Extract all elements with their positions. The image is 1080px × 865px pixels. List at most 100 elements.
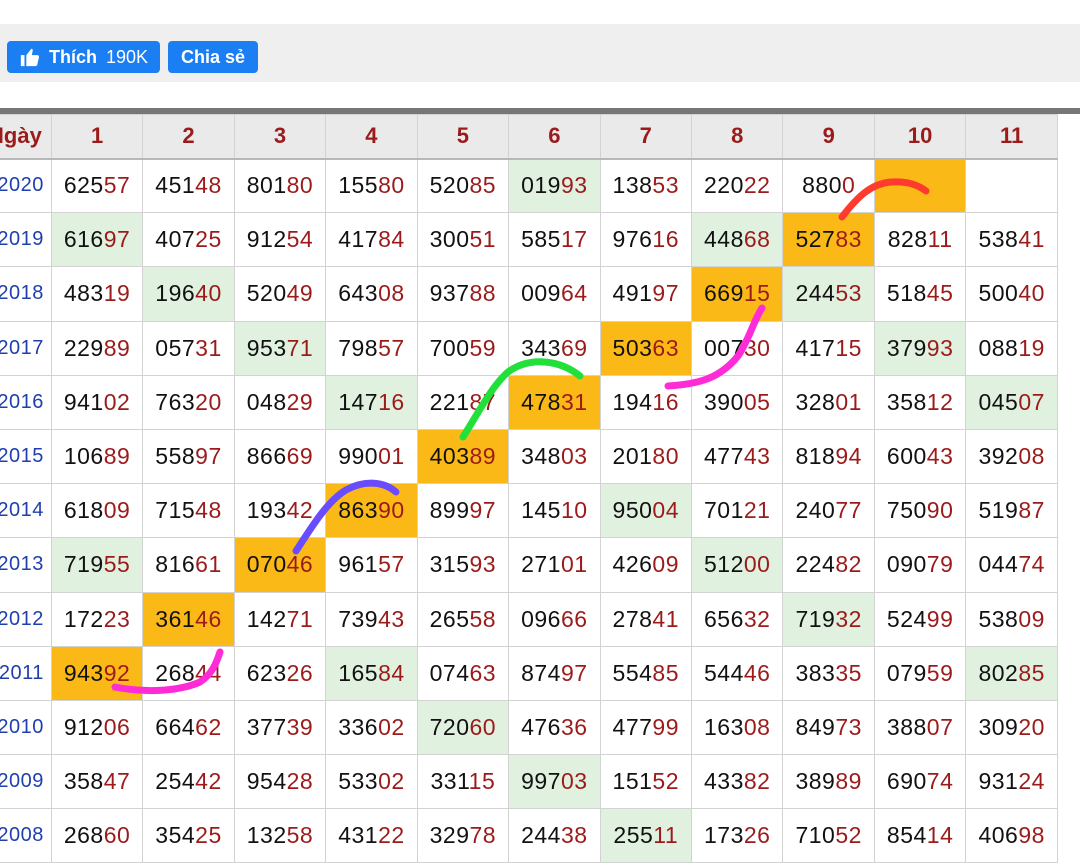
result-digits-tail: 38: [560, 822, 588, 849]
result-cell: 25511: [599, 808, 693, 864]
result-digits-tail: 07: [926, 713, 954, 740]
lottery-results-table: Ngày1234567891011 2020625574514880180155…: [0, 114, 1058, 864]
like-button[interactable]: Thích 190K: [7, 41, 160, 73]
result-digits-lead: 388: [886, 713, 927, 740]
result-cell: 16308: [691, 699, 784, 756]
result-digits-tail: 93: [926, 334, 954, 361]
result-cell: 14510: [508, 483, 601, 539]
share-button[interactable]: Chia sẻ: [168, 41, 258, 73]
result-digits-lead: 618: [63, 497, 104, 524]
result-digits-tail: 55: [103, 551, 131, 578]
result-cell: 52783: [782, 212, 875, 268]
result-cell: 24077: [782, 483, 875, 539]
result-digits-tail: 21: [743, 497, 771, 524]
result-digits-tail: 01: [560, 551, 588, 578]
result-cell: 04474: [965, 537, 1058, 593]
result-digits-lead: 383: [795, 659, 836, 686]
result-digits-lead: 196: [155, 280, 196, 307]
result-digits-tail: 57: [103, 172, 131, 199]
result-digits-lead: 079: [886, 659, 927, 686]
result-digits-lead: 173: [704, 822, 744, 849]
result-digits-lead: 407: [155, 226, 196, 253]
result-digits-tail: 85: [469, 172, 497, 199]
result-digits-tail: 53: [835, 280, 862, 307]
result-digits-lead: 476: [521, 713, 561, 740]
result-digits-tail: 46: [195, 605, 222, 632]
result-digits-lead: 145: [521, 497, 561, 524]
table-row: 2013 71955 81661 07046 96157 31593 27101 42609 5…: [0, 537, 1058, 593]
header-col-1: 1: [50, 114, 144, 160]
result-digits-lead: 090: [886, 551, 927, 578]
result-digits-tail: 26: [743, 822, 771, 849]
result-digits-tail: 89: [835, 768, 862, 795]
result-cell: 99703: [508, 754, 601, 810]
result-digits-tail: 97: [469, 497, 497, 524]
result-digits-lead: 739: [338, 605, 379, 632]
table-row: 2010 91206 66462 37739 33602 72060 47636 47799 1…: [0, 699, 1058, 756]
result-cell: 8800: [782, 157, 875, 214]
result-cell: 49197: [599, 266, 693, 322]
header-col-4: 4: [325, 114, 418, 160]
result-digits-tail: 51: [469, 226, 497, 253]
result-digits-tail: 97: [560, 659, 588, 686]
result-digits-tail: 32: [743, 605, 771, 632]
result-cell: 47743: [691, 428, 784, 485]
result-digits-lead: 538: [978, 226, 1019, 253]
result-digits-lead: 600: [886, 443, 927, 470]
result-digits-lead: 503: [612, 334, 653, 361]
result-digits-lead: 669: [704, 280, 744, 307]
result-digits-tail: 97: [103, 226, 131, 253]
result-cell: 84973: [782, 699, 875, 756]
result-cell: 34803: [508, 428, 601, 485]
result-cell: 80180: [233, 157, 327, 214]
result-digits-lead: 818: [795, 443, 836, 470]
result-digits-tail: 31: [560, 388, 588, 415]
table-row: 2020 62557 45148 80180 15580 52085 01993 13853 2…: [0, 157, 1058, 214]
result-cell: 52049: [233, 266, 327, 322]
result-digits-tail: 28: [286, 768, 314, 795]
result-cell: 38335: [782, 645, 875, 701]
result-digits-lead: 719: [795, 605, 836, 632]
result-digits-lead: 255: [613, 822, 654, 849]
result-digits-tail: 57: [378, 334, 405, 361]
result-digits-lead: 433: [704, 768, 744, 795]
result-cell: 27101: [508, 537, 601, 593]
result-cell: 15580: [325, 157, 418, 214]
result-digits-lead: 048: [246, 388, 287, 415]
result-digits-tail: 02: [378, 713, 405, 740]
result-cell: 31593: [416, 537, 510, 593]
result-cell: 93788: [416, 266, 510, 322]
result-cell: 94102: [50, 374, 144, 430]
result-digits-tail: 20: [195, 388, 222, 415]
result-cell: 81661: [142, 537, 235, 593]
result-digits-lead: 623: [246, 659, 287, 686]
result-digits-tail: 99: [652, 713, 680, 740]
result-digits-lead: 491: [612, 280, 653, 307]
table-row: 2015 10689 55897 86669 99001 40389 34803 20180 4…: [0, 428, 1058, 485]
result-cell: 86390: [325, 483, 418, 539]
result-digits-lead: 715: [155, 497, 196, 524]
table-row: 2012 17223 36146 14271 73943 26558 09666 27841 6…: [0, 591, 1058, 647]
result-cell: 35812: [873, 374, 967, 430]
result-digits-lead: 990: [338, 443, 379, 470]
result-digits-lead: 417: [338, 226, 379, 253]
result-digits-lead: 254: [155, 768, 196, 795]
result-digits-lead: 976: [612, 226, 653, 253]
result-cell: 55485: [599, 645, 693, 701]
table-header-row: Ngày1234567891011: [0, 114, 1058, 160]
result-cell: 51200: [691, 537, 784, 593]
result-digits-tail: 44: [195, 659, 222, 686]
result-digits-lead: 520: [246, 280, 287, 307]
year-label: 2016: [0, 374, 52, 430]
result-digits-lead: 866: [246, 443, 287, 470]
result-digits-tail: 79: [926, 551, 954, 578]
result-cell: 38807: [873, 699, 967, 756]
result-digits-lead: 719: [63, 551, 104, 578]
year-label: 2019: [0, 212, 52, 268]
result-digits-tail: 08: [378, 280, 405, 307]
result-digits-tail: 31: [195, 334, 222, 361]
result-digits-tail: 30: [743, 334, 771, 361]
result-cell: 87497: [508, 645, 601, 701]
result-cell: 05731: [142, 320, 235, 376]
result-digits-lead: 558: [155, 443, 196, 470]
